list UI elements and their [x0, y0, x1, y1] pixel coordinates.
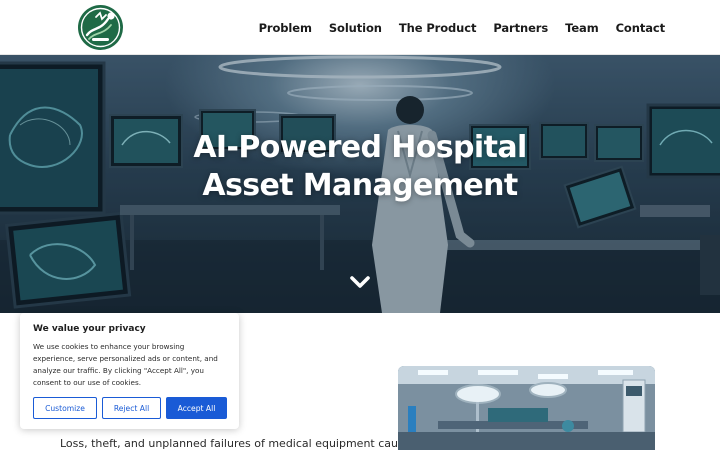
hero-title-line-1: AI-Powered Hospital — [193, 130, 527, 165]
nav-item-the-product[interactable]: The Product — [399, 21, 477, 35]
hero-title: AI-Powered Hospital Asset Management — [0, 129, 720, 205]
logo-emblem-icon — [79, 6, 122, 49]
hero-section: AI-Powered Hospital Asset Management — [0, 55, 720, 313]
nav-item-problem[interactable]: Problem — [259, 21, 312, 35]
nav-item-contact[interactable]: Contact — [616, 21, 666, 35]
page: Problem Solution The Product Partners Te… — [0, 0, 720, 450]
nav-item-partners[interactable]: Partners — [493, 21, 548, 35]
logo[interactable] — [78, 5, 123, 50]
customize-button[interactable]: Customize — [33, 397, 97, 419]
operating-room-image — [398, 366, 655, 450]
accept-all-button[interactable]: Accept All — [166, 397, 227, 419]
intro-text: Loss, theft, and unplanned failures of m… — [60, 437, 411, 450]
cookie-banner-title: We value your privacy — [33, 324, 146, 334]
site-header: Problem Solution The Product Partners Te… — [0, 0, 720, 55]
nav-item-team[interactable]: Team — [565, 21, 599, 35]
cookie-consent-banner: We value your privacy We use cookies to … — [20, 313, 239, 429]
main-nav: Problem Solution The Product Partners Te… — [259, 0, 666, 55]
nav-item-solution[interactable]: Solution — [329, 21, 382, 35]
cookie-banner-text: We use cookies to enhance your browsing … — [33, 342, 218, 387]
chevron-down-icon[interactable] — [349, 274, 371, 290]
cookie-banner-actions: Customize Reject All Accept All — [33, 397, 227, 419]
reject-all-button[interactable]: Reject All — [102, 397, 161, 419]
hero-title-line-2: Asset Management — [202, 168, 518, 203]
